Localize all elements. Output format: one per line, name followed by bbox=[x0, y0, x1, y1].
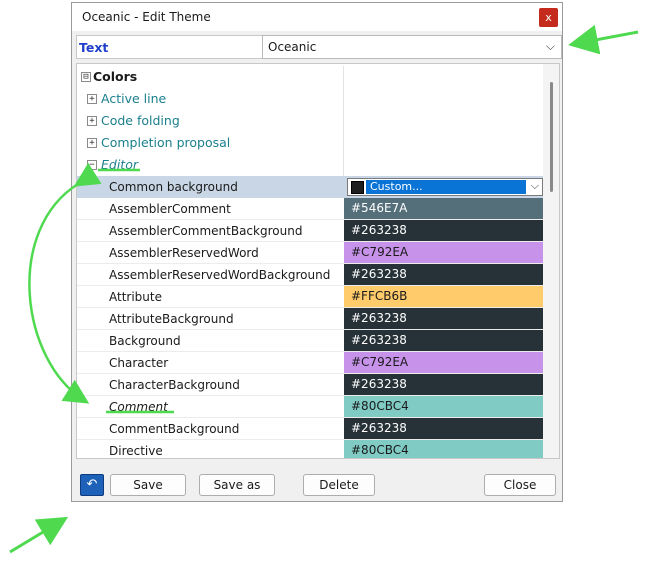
arrow-to-theme-select bbox=[568, 24, 639, 55]
curved-arrow bbox=[28, 162, 102, 404]
annotation-arrows bbox=[9, 24, 639, 554]
arrow-to-bottom-left bbox=[9, 516, 69, 554]
